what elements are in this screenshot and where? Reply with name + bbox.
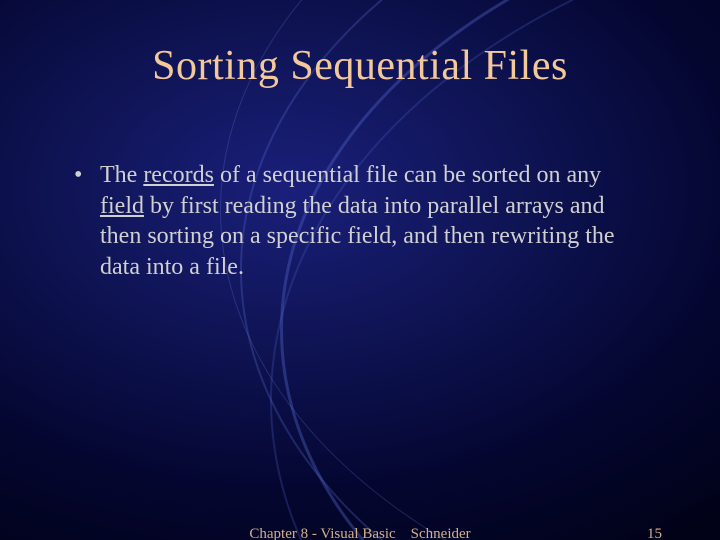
bullet-underline-field: field	[100, 193, 144, 219]
slide-title: Sorting Sequential Files	[60, 42, 660, 90]
bullet-item: The records of a sequential file can be …	[60, 160, 660, 283]
slide-container: Sorting Sequential Files The records of …	[0, 0, 720, 540]
bullet-text-pre: The	[100, 162, 143, 188]
footer-author: Schneider	[411, 526, 471, 540]
bullet-text-mid1: of a sequential file can be sorted on an…	[214, 162, 601, 188]
footer-center: Chapter 8 - Visual Basic Schneider	[249, 526, 470, 540]
footer-chapter: Chapter 8 - Visual Basic	[249, 526, 395, 540]
bullet-underline-records: records	[143, 162, 214, 188]
footer-page-number: 15	[647, 526, 662, 540]
bullet-text-post: by first reading the data into parallel …	[100, 193, 615, 280]
slide-body: The records of a sequential file can be …	[60, 160, 660, 520]
